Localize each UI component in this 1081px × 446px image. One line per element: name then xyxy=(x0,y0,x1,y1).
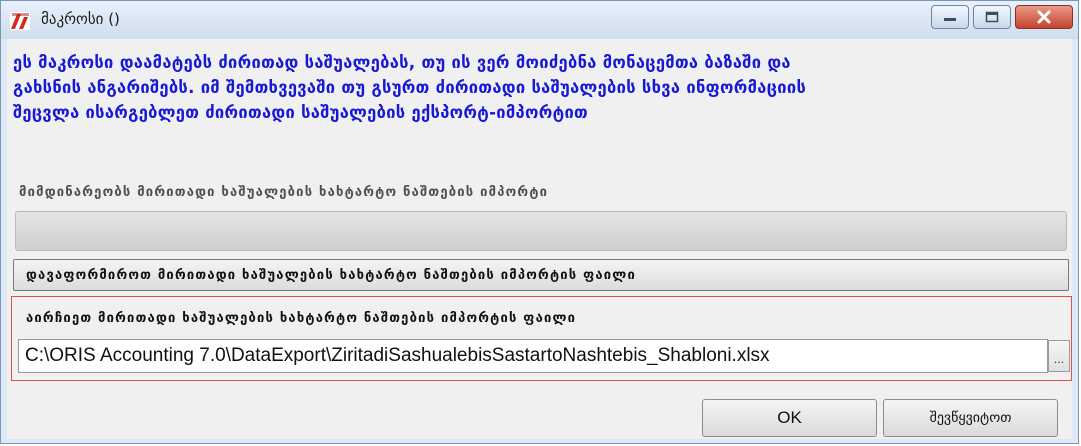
close-icon xyxy=(1037,10,1051,24)
minimize-button[interactable] xyxy=(931,5,969,29)
macro-dialog-window: მაკროსი () ეს მაკროსი დაამატებს ძირითად … xyxy=(0,0,1079,444)
close-button[interactable] xyxy=(1015,5,1073,29)
file-path-input[interactable] xyxy=(18,339,1048,373)
minimize-icon xyxy=(944,18,956,21)
info-line-1: ეს მაკროსი დაამატებს ძირითად საშუალებას,… xyxy=(13,53,791,72)
progress-bar xyxy=(15,211,1067,251)
ok-button[interactable]: OK xyxy=(702,399,877,437)
file-selection-label: აირჩიეთ მირითადი ხაშუალების ხახტარტო ნაშ… xyxy=(26,311,577,326)
info-line-3: შეცვლა ისარგებლეთ ძირითადი საშუალების ექ… xyxy=(13,103,588,122)
maximize-icon xyxy=(985,11,999,23)
dialog-client-area: ეს მაკროსი დაამატებს ძირითად საშუალებას,… xyxy=(7,39,1072,439)
file-selection-group: აირჩიეთ მირითადი ხაშუალების ხახტარტო ნაშ… xyxy=(11,296,1072,381)
window-title: მაკროსი () xyxy=(41,10,120,28)
progress-label: მიმდინარეობს მირითადი ხაშუალების ხახტარტ… xyxy=(19,185,549,200)
maximize-button[interactable] xyxy=(973,5,1011,29)
create-template-button[interactable]: დავაფორმიროთ მირითადი ხაშუალების ხახტარტ… xyxy=(13,259,1069,291)
cancel-button[interactable]: შევწყვიტოთ xyxy=(883,399,1058,437)
app-icon xyxy=(10,12,30,30)
info-line-2: გახსნის ანგარიშებს. იმ შემთხვევაში თუ გს… xyxy=(13,78,807,97)
browse-button[interactable]: ... xyxy=(1048,340,1070,372)
info-message: ეს მაკროსი დაამატებს ძირითად საშუალებას,… xyxy=(13,50,1063,125)
title-bar[interactable]: მაკროსი () xyxy=(1,1,1078,39)
